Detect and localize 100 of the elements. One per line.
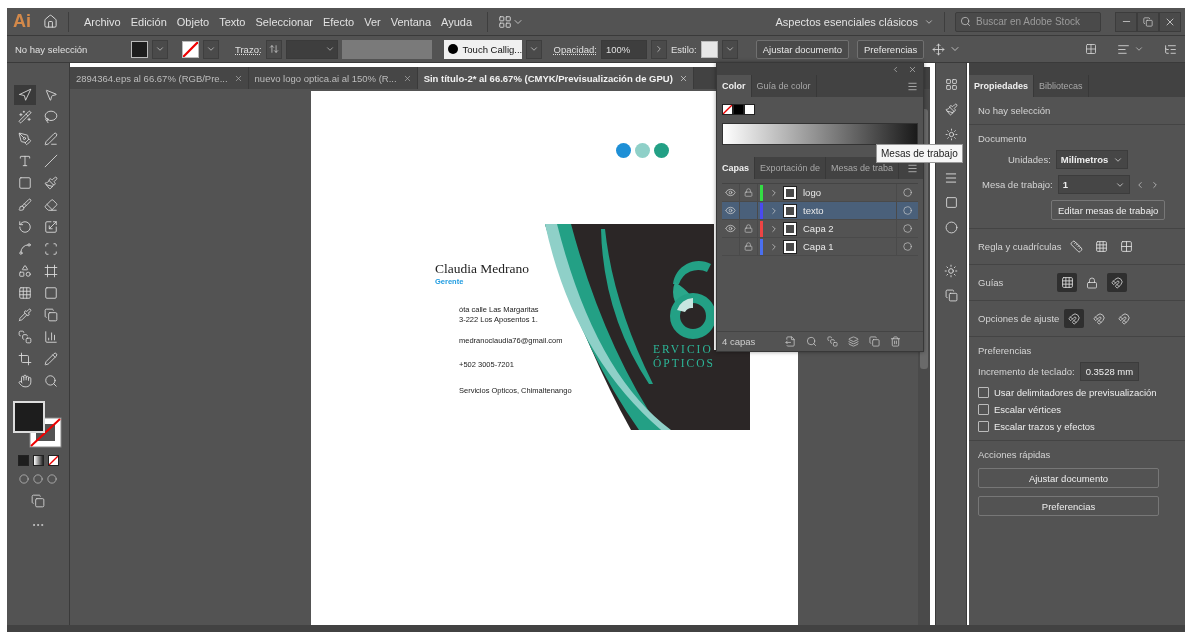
magnet-icon (1111, 276, 1123, 289)
layer-name[interactable]: Capa 1 (803, 241, 896, 252)
expand-icon[interactable] (769, 187, 779, 198)
artboard-dropdown[interactable]: 1 (1057, 175, 1130, 194)
color-ramp[interactable] (722, 123, 918, 145)
layer-name[interactable]: Capa 2 (803, 223, 896, 234)
gradient-mode-button[interactable] (32, 455, 44, 466)
layer-row[interactable]: texto (722, 202, 918, 220)
color-mode-button[interactable] (17, 455, 29, 466)
swatch[interactable] (733, 104, 744, 115)
expand-icon[interactable] (769, 241, 779, 252)
guides-button[interactable] (1057, 273, 1077, 292)
visibility-toggle[interactable] (722, 219, 740, 238)
fill-stroke-icon[interactable] (13, 401, 63, 449)
layout-icon[interactable] (498, 14, 513, 29)
menu-item[interactable]: Ver (359, 15, 386, 28)
circle-icon (903, 188, 912, 197)
layer-thumbnail (783, 221, 797, 236)
menu-item[interactable]: Objeto (171, 15, 215, 28)
home-icon[interactable] (43, 14, 58, 29)
dropdown-button[interactable] (525, 39, 542, 59)
menu-item[interactable]: Texto (214, 15, 251, 28)
lock-icon (744, 188, 753, 197)
close-icon[interactable] (402, 73, 412, 83)
checkbox[interactable] (978, 404, 989, 415)
document-tab[interactable]: nuevo logo optica.ai al 150% (R... (248, 67, 418, 89)
document-tab[interactable]: 2894364.eps al 66.67% (RGB/Pre... (70, 67, 249, 89)
section-heading: Regla y cuadrículas (978, 241, 1062, 252)
square-icon (944, 196, 958, 209)
grid-icon[interactable] (1085, 43, 1097, 55)
quick-action-button[interactable]: Ajustar documento (978, 468, 1159, 488)
layer-name[interactable]: logo (803, 187, 896, 198)
stepper-button[interactable] (265, 39, 282, 59)
export-icon[interactable] (785, 336, 797, 347)
menu-item[interactable]: Seleccionar (250, 15, 318, 28)
units-dropdown[interactable]: Milímetros (1055, 150, 1128, 169)
app-logo: Ai (13, 11, 32, 32)
restore-button[interactable] (1137, 11, 1159, 32)
toolbar-button[interactable]: Preferencias (857, 39, 925, 59)
search-field[interactable]: Buscar en Adobe Stock (955, 11, 1101, 32)
search-icon[interactable] (806, 336, 818, 347)
snap-point-button[interactable] (1064, 309, 1085, 328)
close-icon[interactable] (908, 64, 917, 74)
menu-icon[interactable] (907, 80, 918, 92)
grid-icon (1060, 276, 1074, 289)
brush-dropdown[interactable]: Touch Callig... (443, 39, 522, 59)
layer-row[interactable]: Capa 2 (722, 220, 918, 238)
menu-icon[interactable] (907, 162, 918, 174)
layer-thumbnail (783, 203, 797, 218)
close-button[interactable] (1159, 11, 1181, 32)
menu-item[interactable]: Ayuda (436, 15, 478, 28)
lock-icon (744, 224, 753, 233)
ruler-icon (1069, 240, 1083, 253)
eye-icon (725, 187, 736, 198)
layers-icon[interactable] (848, 336, 860, 347)
chevron-down-icon (528, 44, 539, 54)
expand-icon[interactable] (769, 205, 779, 216)
units-label: Unidades: (1008, 154, 1051, 165)
increment-field[interactable]: 0.3528 mm (1079, 362, 1140, 381)
menu-item[interactable]: Efecto (317, 15, 360, 28)
toolbar-button[interactable]: Ajustar documento (755, 39, 849, 59)
panel-tab[interactable]: Propiedades (969, 75, 1035, 97)
menu-item[interactable]: Ventana (385, 15, 437, 28)
visibility-toggle[interactable] (722, 201, 740, 220)
restore-icon (1143, 16, 1153, 27)
more-button[interactable] (650, 39, 667, 59)
style-swatch[interactable] (700, 40, 718, 58)
collapse-icon[interactable] (891, 64, 900, 74)
checkbox[interactable] (978, 387, 989, 398)
document-tab[interactable]: Sin título-2* al 66.67% (CMYK/Previsualización de GPU) (417, 67, 694, 89)
close-icon[interactable] (678, 73, 688, 83)
checkbox[interactable] (978, 421, 989, 432)
stroke-swatch[interactable] (182, 40, 199, 58)
workspace-switcher[interactable]: Aspectos esenciales clásicos (775, 15, 934, 28)
align-icon[interactable] (1117, 42, 1130, 56)
none-mode-button[interactable] (47, 455, 59, 466)
edit-artboards-button[interactable]: Editar mesas de trabajo (1051, 200, 1166, 220)
paintbrush-icon (944, 103, 958, 116)
layer-name[interactable]: texto (803, 205, 896, 216)
opacity-field[interactable]: 100% (600, 39, 647, 59)
menu-item[interactable]: Archivo (79, 15, 126, 28)
fill-swatch[interactable] (131, 40, 148, 58)
panel-tab[interactable]: Color (717, 75, 752, 97)
stroke-width-field[interactable] (285, 39, 338, 59)
checkbox-label: Escalar trazos y efectos (994, 421, 1095, 432)
close-icon[interactable] (233, 73, 243, 83)
swatch[interactable] (744, 104, 755, 115)
section-heading: Acciones rápidas (978, 449, 1052, 460)
delete-icon[interactable] (890, 336, 902, 347)
none-swatch[interactable] (722, 104, 733, 115)
quick-action-button[interactable]: Preferencias (978, 496, 1159, 516)
layer-row[interactable]: Capa 1 (722, 238, 918, 256)
expand-icon[interactable] (769, 223, 779, 234)
grid-icon (1094, 240, 1108, 253)
visibility-toggle[interactable] (722, 183, 740, 202)
panel-tab[interactable]: Capas (717, 157, 755, 179)
list-icon[interactable] (1164, 42, 1177, 56)
menu-item[interactable]: Edición (125, 15, 172, 28)
smart-guides-button[interactable] (1107, 273, 1127, 292)
chevron-down-icon[interactable] (1134, 44, 1144, 54)
